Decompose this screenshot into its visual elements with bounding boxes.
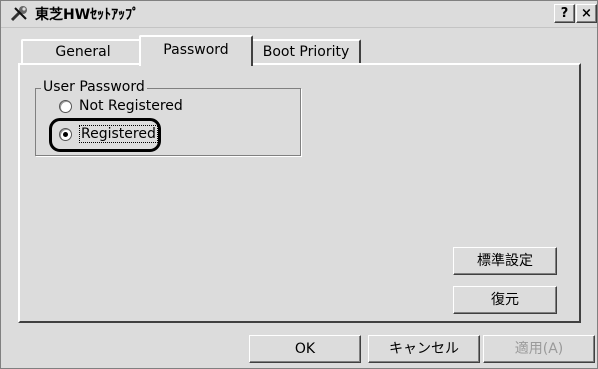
tab-boot-priority[interactable]: Boot Priority xyxy=(251,39,361,65)
wrench-icon xyxy=(10,6,27,22)
tab-password[interactable]: Password xyxy=(139,35,253,66)
ok-button[interactable]: OK xyxy=(249,335,361,363)
close-button[interactable]: × xyxy=(576,4,597,23)
apply-button[interactable]: 適用(A) xyxy=(483,335,595,363)
help-button[interactable]: ? xyxy=(554,4,575,23)
not-registered-radio-option[interactable]: Not Registered xyxy=(59,98,183,114)
restore-button[interactable]: 復元 xyxy=(453,286,557,314)
cancel-button[interactable]: キャンセル xyxy=(368,335,480,363)
default-settings-button[interactable]: 標準設定 xyxy=(453,247,557,275)
title-bar[interactable]: 東芝HWｾｯﾄｱｯﾌﾟ ? × xyxy=(1,1,597,28)
radio-button-unchecked[interactable] xyxy=(59,99,72,113)
group-label: User Password xyxy=(41,79,147,95)
dialog-window: 東芝HWｾｯﾄｱｯﾌﾟ ? × General Password Boot Pr… xyxy=(0,0,598,369)
window-title: 東芝HWｾｯﾄｱｯﾌﾟ xyxy=(35,7,140,23)
highlight-ring xyxy=(49,118,161,152)
tab-general[interactable]: General xyxy=(21,39,145,65)
radio-label-not-registered[interactable]: Not Registered xyxy=(79,98,183,114)
